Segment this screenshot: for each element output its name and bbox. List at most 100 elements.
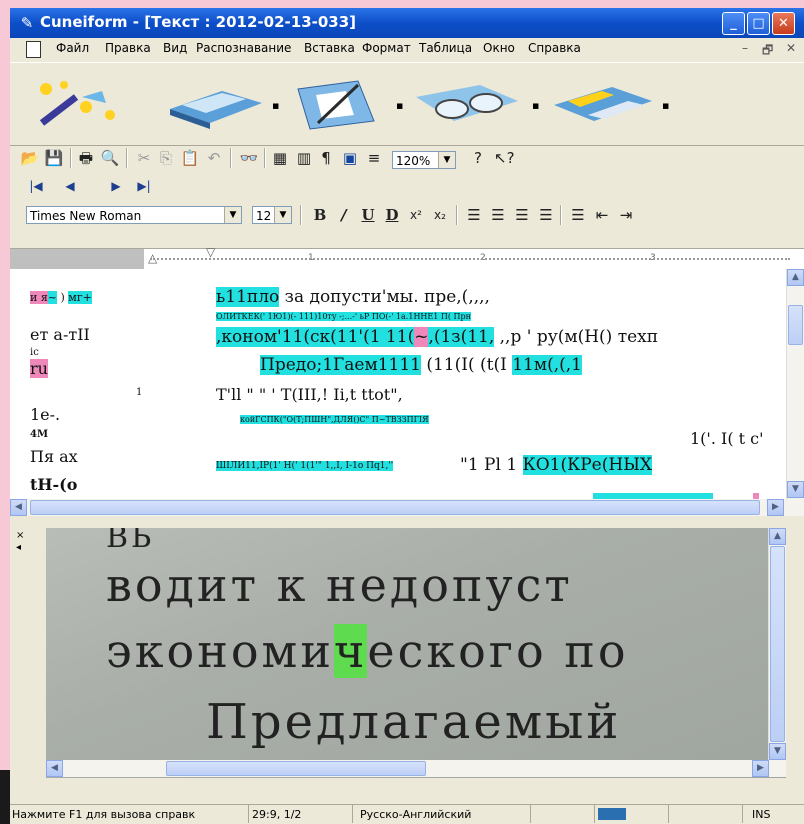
chevron-down-icon[interactable]: ▼ [438,152,455,168]
layout-dropdown-icon[interactable]: ▪ [396,99,403,112]
open-icon[interactable]: 📂 [20,148,40,168]
collapse-pane-icon[interactable]: ◂ [16,542,21,553]
bullets-icon[interactable]: ☰ [568,205,588,225]
align-right-icon[interactable]: ☰ [512,205,532,225]
align-icon[interactable]: ≡ [364,148,384,168]
help-icon[interactable]: ? [468,148,488,168]
print-icon[interactable]: 🖶 [76,148,96,168]
source-image-pane[interactable]: ВЬ водит к недопуст экономического по Пр… [46,528,786,778]
minimize-button[interactable]: _ [722,12,745,35]
ruler[interactable]: △ ▽ 1 2 3 [10,245,804,270]
status-language: Русско-Английский [358,805,531,823]
scanner-dropdown-icon[interactable]: ▪ [272,99,279,112]
mdi-close-button[interactable]: ✕ [786,41,796,55]
superscript-icon[interactable]: x² [406,205,426,225]
pane-splitter[interactable] [10,517,804,527]
indent-icon[interactable]: ⇥ [616,205,636,225]
left-edge-bar [0,770,10,824]
image-horizontal-scrollbar[interactable]: ◀ ▶ [46,760,786,777]
image-pane-gutter: × ◂ [10,528,46,778]
status-empty [532,805,595,823]
columns-icon[interactable]: ▥ [294,148,314,168]
underline-icon[interactable]: U [358,205,378,225]
menu-bar: Файл Правка Вид Распознавание Вставка Фо… [10,38,804,60]
cuneiform-app-icon: ✎ [20,14,34,32]
scroll-up-icon[interactable]: ▲ [769,528,786,545]
text-line: Предо;1Гаем1111 (11(І( (t(І 11м(,(,1 [260,355,582,375]
font-select[interactable]: Times New Roman ▼ [26,206,242,224]
bold-icon[interactable]: B [310,205,330,225]
save-disk-icon[interactable] [548,75,658,133]
recognized-text-pane[interactable]: и я~ ) мг+ ь11пло за допусти'мы. пре,(,,… [10,269,804,499]
double-underline-icon[interactable]: D [382,205,402,225]
next-page-icon[interactable]: ▶ [106,176,126,196]
wand-icon[interactable] [24,75,134,133]
scrollbar-thumb[interactable] [30,500,760,515]
image-vertical-scrollbar[interactable]: ▲ ▼ [768,528,786,760]
cut-icon[interactable]: ✂ [134,148,154,168]
document-icon[interactable] [26,41,41,58]
text-vertical-scrollbar[interactable]: ▲ ▼ [786,269,804,499]
text-line: tH-(o [30,475,78,494]
outdent-icon[interactable]: ⇤ [592,205,612,225]
menu-table[interactable]: Таблица [419,41,472,55]
text-line: ет а-тІІ [30,325,90,344]
menu-file[interactable]: Файл [56,41,89,55]
justify-icon[interactable]: ☰ [536,205,556,225]
close-button[interactable]: ✕ [772,12,795,35]
scroll-right-icon[interactable]: ▶ [752,760,769,777]
title-bar[interactable]: ✎ Cuneiform - [Текст : 2012-02-13-033] _… [10,8,804,38]
status-hint: Нажмите F1 для вызова справк [10,805,249,823]
scrollbar-thumb[interactable] [166,761,426,776]
whats-this-icon[interactable]: ↖? [494,148,515,168]
save-icon[interactable]: 💾 [44,148,64,168]
text-line: іс [30,347,39,358]
chevron-down-icon[interactable]: ▼ [224,207,241,223]
prev-page-icon[interactable]: ◀ [60,176,80,196]
find-icon[interactable]: 👓 [238,148,260,168]
chevron-down-icon[interactable]: ▼ [274,207,291,223]
zoom-select[interactable]: 120% ▼ [392,151,456,169]
font-size-select[interactable]: 12 ▼ [252,206,292,224]
pilcrow-icon[interactable]: ¶ [316,148,336,168]
text-horizontal-scrollbar[interactable]: ◀ ▶ [10,499,804,516]
scroll-down-icon[interactable]: ▼ [787,481,804,498]
preview-icon[interactable]: 🔍 [100,148,120,168]
scrollbar-thumb[interactable] [770,546,785,742]
scroll-left-icon[interactable]: ◀ [10,499,27,516]
glasses-dropdown-icon[interactable]: ▪ [532,99,539,112]
window-title: Cuneiform - [Текст : 2012-02-13-033] [40,13,357,31]
save-dropdown-icon[interactable]: ▪ [662,99,669,112]
align-left-icon[interactable]: ☰ [464,205,484,225]
close-pane-icon[interactable]: × [16,530,24,541]
align-center-icon[interactable]: ☰ [488,205,508,225]
menu-format[interactable]: Формат [362,41,411,55]
mdi-minimize-button[interactable]: – [742,41,748,55]
menu-view[interactable]: Вид [163,41,187,55]
table-icon[interactable]: ▦ [270,148,290,168]
undo-icon[interactable]: ↶ [204,148,224,168]
menu-recognition[interactable]: Распознавание [196,41,291,55]
menu-edit[interactable]: Правка [105,41,151,55]
subscript-icon[interactable]: x₂ [430,205,450,225]
scroll-right-icon[interactable]: ▶ [767,499,784,516]
last-page-icon[interactable]: ▶| [134,176,154,196]
scroll-left-icon[interactable]: ◀ [46,760,63,777]
frame-icon[interactable]: ▣ [340,148,360,168]
scanner-icon[interactable] [162,75,267,133]
menu-help[interactable]: Справка [528,41,581,55]
scroll-up-icon[interactable]: ▲ [787,269,804,286]
menu-insert[interactable]: Вставка [304,41,355,55]
first-line-indent-icon[interactable]: ▽ [206,245,215,259]
menu-window[interactable]: Окно [483,41,515,55]
mdi-restore-button[interactable]: 🗗 [762,41,773,62]
first-page-icon[interactable]: |◀ [26,176,46,196]
scroll-down-icon[interactable]: ▼ [769,743,786,760]
layout-icon[interactable] [288,75,388,133]
maximize-button[interactable]: □ [747,12,770,35]
copy-icon[interactable]: ⎘ [156,148,176,168]
paste-icon[interactable]: 📋 [180,148,200,168]
glasses-icon[interactable] [410,75,526,133]
italic-icon[interactable]: / [334,205,354,225]
scrollbar-thumb[interactable] [788,305,803,345]
